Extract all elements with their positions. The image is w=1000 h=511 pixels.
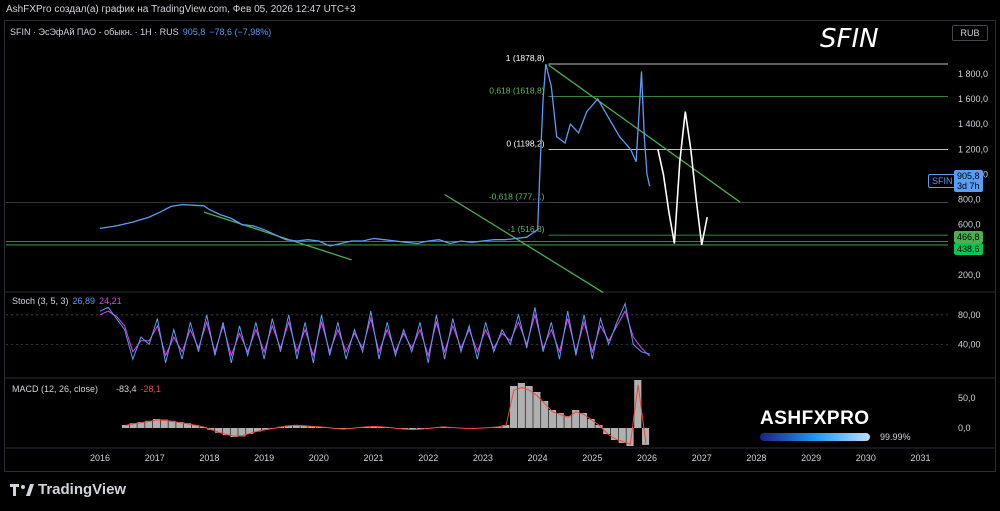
stoch-d-value: 24,21 bbox=[99, 296, 122, 306]
macd-histogram-bar bbox=[541, 401, 549, 428]
macd-histogram-bar bbox=[564, 416, 572, 428]
x-tick-label: 2021 bbox=[364, 453, 384, 463]
price-tag-value: 905,8 bbox=[957, 171, 980, 181]
y-tick-label: 1 600,0 bbox=[958, 94, 988, 104]
watermark-progress-bar bbox=[760, 433, 870, 441]
y-tick-label: 200,0 bbox=[958, 270, 981, 280]
x-tick-label: 2016 bbox=[90, 453, 110, 463]
x-tick-label: 2027 bbox=[692, 453, 712, 463]
symbol-legend-name: SFIN · ЭсЭфАй ПАО - обыкн. · 1Н · RUS bbox=[10, 27, 179, 37]
x-tick-label: 2020 bbox=[309, 453, 329, 463]
tradingview-logo-icon bbox=[10, 483, 34, 496]
y-tick-label: 1 400,0 bbox=[958, 119, 988, 129]
macd-y-tick: 0,0 bbox=[958, 423, 971, 433]
footer bbox=[0, 476, 1000, 511]
watermark-percent: 99.99% bbox=[880, 432, 911, 442]
symbol-legend[interactable]: SFIN · ЭсЭфАй ПАО - обыкн. · 1Н · RUS 905… bbox=[10, 27, 275, 37]
green-price-tag-lower: 438,6 bbox=[954, 243, 983, 255]
macd-histogram-bar bbox=[587, 419, 595, 428]
fib-level-label: 0,618 (1618,8) bbox=[489, 86, 544, 96]
macd-y-tick: 50,0 bbox=[958, 393, 976, 403]
x-tick-label: 2031 bbox=[911, 453, 931, 463]
macd-legend[interactable]: MACD (12, 26, close) -83,4 -28,1 bbox=[12, 384, 165, 394]
stoch-k-line bbox=[99, 302, 650, 364]
macd-value-1: -83,4 bbox=[116, 384, 137, 394]
x-tick-label: 2030 bbox=[856, 453, 876, 463]
y-tick-label: 600,0 bbox=[958, 220, 981, 230]
green-price-tag-upper: 466,8 bbox=[954, 231, 983, 243]
x-tick-label: 2022 bbox=[418, 453, 438, 463]
symbol-big-label: SFIN bbox=[820, 24, 879, 54]
price-tag-time: 3d 7h bbox=[957, 181, 980, 191]
x-tick-label: 2024 bbox=[528, 453, 548, 463]
stoch-legend[interactable]: Stoch (3, 5, 3) 26,89 24,21 bbox=[12, 296, 126, 306]
tradingview-logo-text: TradingView bbox=[38, 481, 127, 498]
price-tag-name: SFIN bbox=[928, 174, 957, 188]
fib-level-label: -1 (516,8) bbox=[508, 224, 545, 234]
stoch-title: Stoch (3, 5, 3) bbox=[12, 296, 69, 306]
y-tick-label: 800,0 bbox=[958, 195, 981, 205]
macd-title: MACD (12, 26, close) bbox=[12, 384, 99, 394]
macd-histogram-bar bbox=[121, 425, 130, 428]
currency-badge[interactable]: RUB bbox=[952, 25, 988, 41]
fib-level-label: 1 (1878,8) bbox=[506, 53, 545, 63]
trend-line bbox=[444, 193, 604, 294]
macd-histogram-bar bbox=[517, 383, 525, 428]
macd-histogram-bar bbox=[579, 413, 588, 428]
y-tick-label: 1 800,0 bbox=[958, 69, 988, 79]
y-tick-label: 1 200,0 bbox=[958, 144, 988, 154]
macd-value-2: -28,1 bbox=[140, 384, 162, 394]
x-tick-label: 2019 bbox=[254, 453, 274, 463]
symbol-last-price: 905,8 bbox=[182, 27, 206, 37]
x-tick-label: 2018 bbox=[199, 453, 219, 463]
price-line bbox=[99, 63, 651, 247]
stoch-y-tick: 80,00 bbox=[958, 310, 981, 320]
fib-level-label: 0 (1198,2) bbox=[506, 138, 544, 148]
projection-line bbox=[657, 111, 708, 246]
tradingview-logo[interactable]: TradingView bbox=[10, 481, 126, 498]
x-tick-label: 2028 bbox=[746, 453, 766, 463]
watermark-brand: ASHFXPRO bbox=[760, 408, 870, 429]
stoch-y-tick: 40,00 bbox=[958, 339, 981, 349]
stoch-k-value: 26,89 bbox=[72, 296, 96, 306]
x-tick-label: 2025 bbox=[582, 453, 602, 463]
price-tag: 905,8 3d 7h bbox=[954, 170, 983, 192]
x-tick-label: 2026 bbox=[637, 453, 657, 463]
fib-level-label: -0,618 (777,...) bbox=[489, 191, 545, 201]
symbol-change: −78,6 (−7,98%) bbox=[209, 27, 272, 37]
x-tick-label: 2029 bbox=[801, 453, 821, 463]
x-tick-label: 2017 bbox=[145, 453, 165, 463]
x-tick-label: 2023 bbox=[473, 453, 493, 463]
macd-signal-line bbox=[125, 384, 647, 445]
